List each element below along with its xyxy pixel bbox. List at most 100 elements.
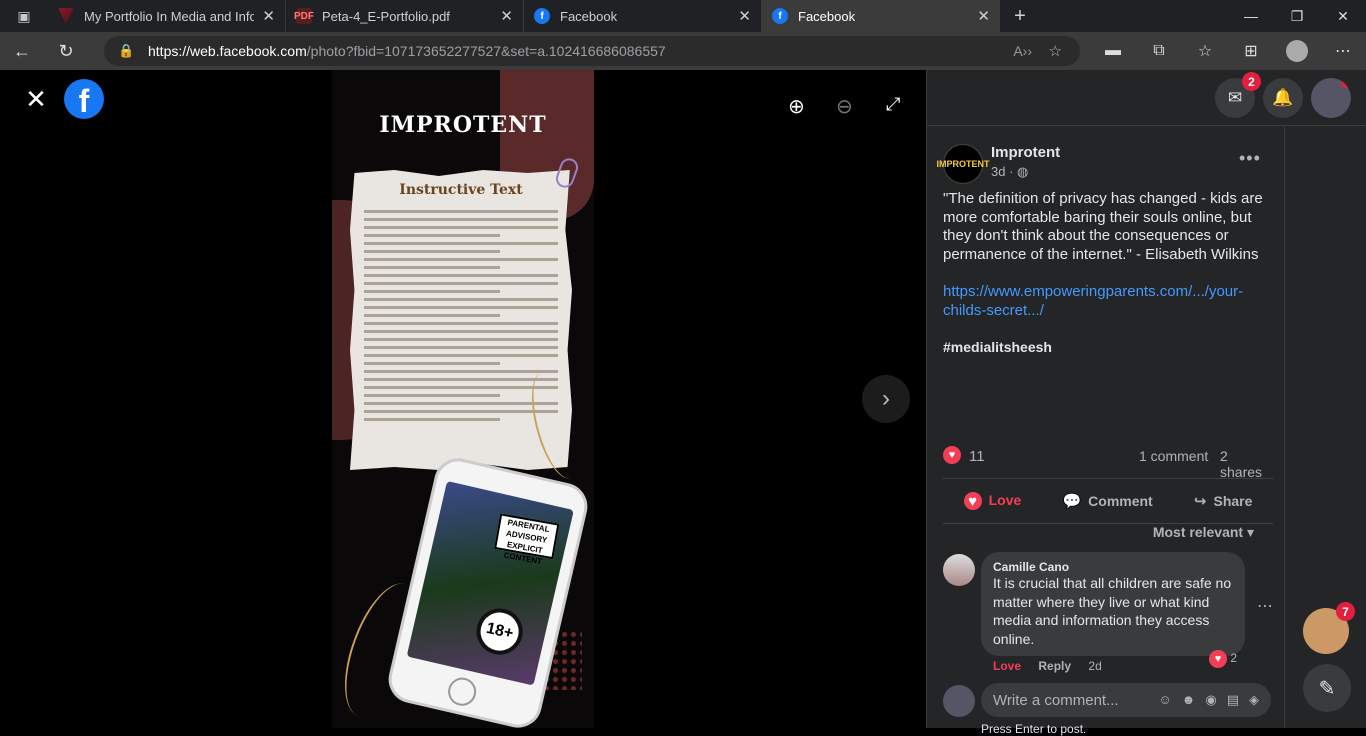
comment-sort-dropdown[interactable]: Most relevant ▾ xyxy=(1153,524,1254,541)
tab-portfolio[interactable]: My Portfolio In Media and Inform ✕ xyxy=(48,0,286,32)
zoom-in-icon[interactable]: ⊕ xyxy=(788,94,805,119)
lock-icon[interactable]: 🔒 xyxy=(118,43,134,59)
chat-head-badge: 7 xyxy=(1336,602,1355,621)
comment-count[interactable]: 1 comment xyxy=(1139,448,1208,464)
commenter-avatar[interactable] xyxy=(943,554,975,586)
more-menu-icon[interactable]: ⋯ xyxy=(1320,41,1366,61)
facebook-favicon: f xyxy=(534,8,550,24)
minimize-icon[interactable]: — xyxy=(1228,0,1274,32)
photo-viewer: ✕ f ⊕ ⊖ ⤢ IMPROTENT Instructive Text PAR… xyxy=(0,70,926,728)
portfolio-favicon xyxy=(58,8,74,24)
back-arrow-icon[interactable]: ← xyxy=(0,41,44,62)
close-window-icon[interactable]: ✕ xyxy=(1320,0,1366,32)
browser-tools: ▬ ⧉ ☆ ⊞ ⋯ xyxy=(1090,32,1366,70)
tab-close-icon[interactable]: ✕ xyxy=(977,7,990,25)
tab-pdf[interactable]: PDF Peta-4_E-Portfolio.pdf ✕ xyxy=(286,0,524,32)
new-tab-button[interactable]: + xyxy=(1000,0,1040,32)
page-avatar[interactable]: IMPROTENT xyxy=(937,144,990,184)
post-text: "The definition of privacy has changed -… xyxy=(943,190,1263,263)
notification-dot xyxy=(1341,78,1351,88)
tab-close-icon[interactable]: ✕ xyxy=(738,7,751,25)
comment-text: It is crucial that all children are safe… xyxy=(993,575,1232,647)
tab-title: Facebook xyxy=(798,8,856,24)
tab-facebook-1[interactable]: f Facebook ✕ xyxy=(524,0,762,32)
browser-tab-bar: ▣ My Portfolio In Media and Inform ✕ PDF… xyxy=(0,0,1366,32)
restore-icon[interactable]: ❐ xyxy=(1274,0,1320,32)
phone-screen: PARENTAL ADVISORY EXPLICIT CONTENT 18+ xyxy=(406,480,574,686)
collections-icon[interactable]: ⊞ xyxy=(1228,41,1274,61)
post-meta[interactable]: 3d · ◍ xyxy=(991,164,1028,180)
post-hashtag[interactable]: #medialitsheesh xyxy=(943,339,1052,355)
address-toolbar: ← ↻ 🔒 https://web.facebook.com/photo?fbi… xyxy=(0,32,1366,70)
puzzle-icon[interactable]: ⧉ xyxy=(1136,42,1182,60)
page-name[interactable]: Improtent xyxy=(991,144,1060,161)
comment-options-icon[interactable]: ⋯ xyxy=(1257,596,1273,616)
profile-icon[interactable] xyxy=(1274,40,1320,62)
url-path: /photo?fbid=107173652277527&set=a.102416… xyxy=(306,43,666,59)
tab-actions-icon[interactable]: ▣ xyxy=(0,0,48,32)
comment-button[interactable]: 💬 Comment xyxy=(1062,492,1152,510)
tab-title: Facebook xyxy=(560,8,618,24)
chat-head-avatar[interactable]: 7 xyxy=(1303,602,1355,654)
comment-input[interactable]: Write a comment... ☺ ☻ ◉ ▤ ◈ xyxy=(981,683,1271,717)
facebook-logo-icon[interactable]: f xyxy=(64,79,104,119)
reaction-count[interactable]: 11 xyxy=(969,448,985,465)
new-message-button[interactable]: ✎ xyxy=(1303,664,1351,712)
phone-home-button xyxy=(445,674,479,709)
post-content: IMPROTENT Improtent 3d · ◍ ••• "The defi… xyxy=(927,126,1285,736)
next-photo-button[interactable]: › xyxy=(862,375,910,423)
paper-heading: Instructive Text xyxy=(399,182,523,198)
camera-icon[interactable]: ◉ xyxy=(1205,692,1216,708)
url-host: https://web.facebook.com xyxy=(148,43,307,59)
tab-close-icon[interactable]: ✕ xyxy=(500,7,513,25)
paper-text-lines xyxy=(364,210,558,426)
post-actions: ♥ Love 💬 Comment ↪ Share xyxy=(943,478,1273,524)
age-18-badge: 18+ xyxy=(472,604,528,660)
favorites-icon[interactable]: ☆ xyxy=(1182,41,1228,61)
tab-facebook-active[interactable]: f Facebook ✕ xyxy=(762,0,1000,32)
comment-love-link[interactable]: Love xyxy=(993,659,1021,673)
sticker-icon[interactable]: ◈ xyxy=(1249,692,1259,708)
notifications-button[interactable]: 🔔 xyxy=(1263,78,1303,118)
avatar-sticker-icon[interactable]: ☺ xyxy=(1158,692,1171,708)
comment-reply-link[interactable]: Reply xyxy=(1038,659,1071,673)
account-avatar[interactable] xyxy=(1311,78,1351,118)
post-panel: ✉ 2 🔔 IMPROTENT Improtent 3d · ◍ ••• "Th… xyxy=(926,70,1366,736)
comment-reactions[interactable]: ♥ 2 xyxy=(1209,650,1237,668)
reaction-summary: ♥ 11 1 comment 2 shares xyxy=(943,446,1273,480)
composer-icons: ☺ ☻ ◉ ▤ ◈ xyxy=(1158,692,1259,708)
post-photo: IMPROTENT Instructive Text PARENTAL ADVI… xyxy=(332,70,594,728)
comment-placeholder: Write a comment... xyxy=(993,691,1119,709)
share-icon: ↪ xyxy=(1193,493,1207,510)
share-count[interactable]: 2 shares xyxy=(1220,448,1273,480)
extension-icon[interactable]: ▬ xyxy=(1090,42,1136,60)
address-bar[interactable]: 🔒 https://web.facebook.com/photo?fbid=10… xyxy=(104,36,1080,66)
parental-advisory-label: PARENTAL ADVISORY EXPLICIT CONTENT xyxy=(494,513,560,566)
zoom-out-icon[interactable]: ⊖ xyxy=(836,94,853,119)
facebook-favicon: f xyxy=(772,8,788,24)
post-link[interactable]: https://www.empoweringparents.com/.../yo… xyxy=(943,283,1273,320)
comment-time[interactable]: 2d xyxy=(1088,659,1101,673)
close-viewer-icon[interactable]: ✕ xyxy=(24,86,48,112)
love-button[interactable]: ♥ Love xyxy=(963,492,1021,511)
fullscreen-icon[interactable]: ⤢ xyxy=(886,94,900,115)
refresh-icon[interactable]: ↻ xyxy=(44,41,88,62)
poster-title: IMPROTENT xyxy=(379,112,547,138)
love-reaction-icon[interactable]: ♥ xyxy=(943,446,961,465)
comment-author[interactable]: Camille Cano xyxy=(993,560,1233,574)
my-avatar[interactable] xyxy=(943,685,975,717)
compose-icon: ✎ xyxy=(1318,677,1336,700)
emoji-icon[interactable]: ☻ xyxy=(1182,692,1196,708)
read-aloud-icon[interactable]: A›› xyxy=(1013,43,1032,59)
tab-close-icon[interactable]: ✕ xyxy=(262,7,275,25)
gif-icon[interactable]: ▤ xyxy=(1227,692,1239,708)
favorite-star-icon[interactable]: ☆ xyxy=(1049,42,1062,60)
messenger-icon: ✉ xyxy=(1227,88,1243,107)
press-enter-hint: Press Enter to post. xyxy=(981,722,1087,736)
post-options-icon[interactable]: ••• xyxy=(1239,148,1261,169)
tab-title: My Portfolio In Media and Inform xyxy=(84,8,255,24)
share-button[interactable]: ↪ Share xyxy=(1194,492,1253,510)
messenger-button[interactable]: ✉ 2 xyxy=(1215,72,1261,118)
pdf-favicon: PDF xyxy=(294,8,314,24)
caret-down-icon: ▾ xyxy=(1246,524,1254,540)
